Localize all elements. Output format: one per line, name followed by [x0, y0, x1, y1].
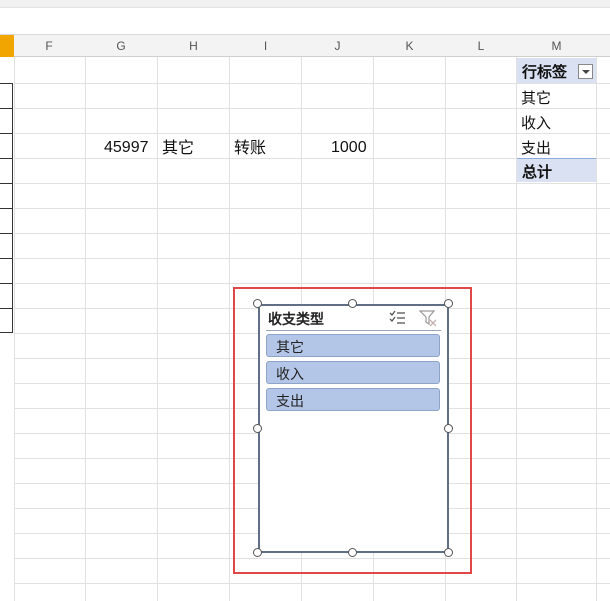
slicer-panel[interactable]: 收支类型 其它 收入 支出: [258, 304, 449, 553]
table-cell[interactable]: [0, 283, 13, 309]
grid-hline: [14, 133, 610, 134]
grid-hline: [14, 183, 610, 184]
table-cell[interactable]: [0, 233, 13, 259]
grid-hline: [14, 83, 610, 84]
clear-filter-icon[interactable]: [419, 309, 437, 327]
column-header-m[interactable]: M: [517, 35, 596, 57]
pivot-item[interactable]: 收入: [521, 112, 551, 133]
grid-hline: [14, 583, 610, 584]
column-header-l[interactable]: L: [446, 35, 516, 57]
resize-handle[interactable]: [253, 299, 262, 308]
slicer-item-label: 其它: [276, 340, 304, 356]
grid-vline: [157, 57, 158, 601]
table-cell[interactable]: [0, 83, 13, 109]
slicer-title: 收支类型: [268, 312, 324, 328]
grid-hline: [14, 283, 610, 284]
grid-vline: [14, 57, 15, 601]
column-header-g[interactable]: G: [85, 35, 157, 57]
grid-vline: [229, 57, 230, 601]
slicer-item-label: 收入: [276, 367, 304, 383]
column-header-h[interactable]: H: [158, 35, 229, 57]
column-header-bar: F G H I J K L M: [0, 35, 610, 57]
table-cell[interactable]: [0, 133, 13, 159]
table-cell[interactable]: [0, 258, 13, 284]
grid-vline: [596, 57, 597, 601]
resize-handle[interactable]: [444, 299, 453, 308]
slicer-item-income[interactable]: 收入: [266, 361, 440, 384]
grid-vline: [516, 57, 517, 601]
active-row-marker: [0, 35, 14, 57]
cell-h-category[interactable]: 其它: [162, 138, 194, 158]
formula-bar[interactable]: [0, 8, 610, 35]
slicer-divider: [266, 330, 441, 331]
grid-hline: [14, 233, 610, 234]
cell-i-type[interactable]: 转账: [234, 138, 266, 158]
resize-handle[interactable]: [348, 299, 357, 308]
grid-hline: [14, 108, 610, 109]
slicer-item-label: 支出: [276, 394, 304, 410]
resize-handle[interactable]: [444, 424, 453, 433]
table-cell[interactable]: [0, 183, 13, 209]
pivot-header-label: 行标签: [522, 63, 568, 81]
slicer-item-expense[interactable]: 支出: [266, 388, 440, 411]
column-header-k[interactable]: K: [374, 35, 445, 57]
ribbon-strip: [0, 0, 610, 8]
cell-g-date[interactable]: 45997: [104, 138, 149, 158]
slicer-item-other[interactable]: 其它: [266, 334, 440, 357]
table-cell[interactable]: [0, 208, 13, 234]
table-cell[interactable]: [0, 108, 13, 134]
resize-handle[interactable]: [253, 548, 262, 557]
grid-hline: [14, 258, 610, 259]
pivot-filter-dropdown-icon[interactable]: [578, 64, 593, 79]
pivot-grand-total[interactable]: 总计: [517, 158, 596, 182]
column-header-f[interactable]: F: [14, 35, 84, 57]
grid-vline: [85, 57, 86, 601]
table-cell[interactable]: [0, 158, 13, 184]
multi-select-icon[interactable]: [388, 309, 406, 327]
pivot-item[interactable]: 支出: [521, 137, 551, 158]
cell-j-amount[interactable]: 1000: [331, 138, 367, 158]
grid-hline: [14, 208, 610, 209]
resize-handle[interactable]: [348, 548, 357, 557]
pivot-item[interactable]: 其它: [521, 87, 551, 108]
column-header-j[interactable]: J: [302, 35, 373, 57]
column-header-i[interactable]: I: [230, 35, 301, 57]
table-cell[interactable]: [0, 308, 13, 333]
resize-handle[interactable]: [253, 424, 262, 433]
resize-handle[interactable]: [444, 548, 453, 557]
pivot-total-label: 总计: [522, 163, 553, 181]
